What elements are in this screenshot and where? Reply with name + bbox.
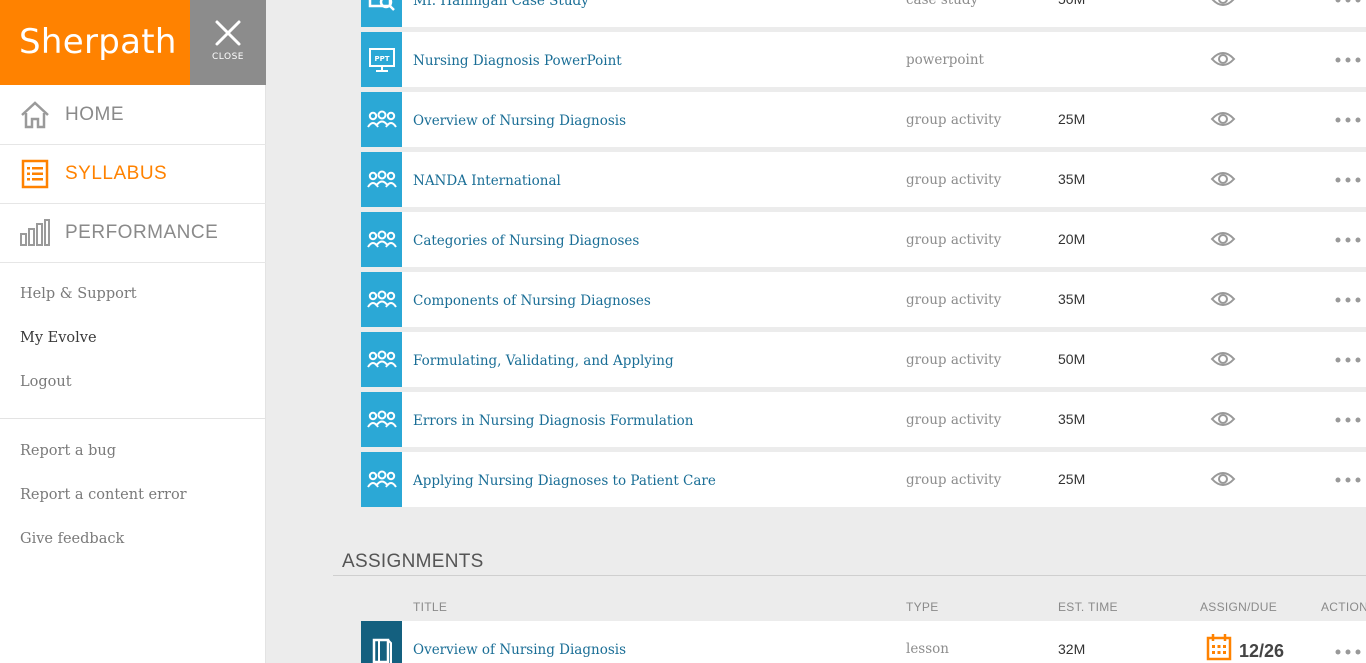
powerpoint-icon: PPT bbox=[361, 32, 402, 87]
activity-time: 35M bbox=[1058, 411, 1086, 427]
activity-title[interactable]: Components of Nursing Diagnoses bbox=[413, 272, 651, 331]
group-activity-icon bbox=[361, 152, 402, 207]
eye-icon[interactable] bbox=[1210, 109, 1236, 129]
logout-link[interactable]: Logout bbox=[20, 374, 72, 390]
activity-type: group activity bbox=[906, 112, 1002, 128]
list-item[interactable]: Formulating, Validating, and Applying gr… bbox=[361, 332, 1366, 387]
activity-time: 20M bbox=[1058, 231, 1086, 247]
due-date: 12/26 bbox=[1239, 641, 1285, 661]
activity-title[interactable]: Overview of Nursing Diagnosis bbox=[413, 92, 626, 151]
column-header-action: ACTION bbox=[1321, 600, 1366, 614]
case-study-icon bbox=[361, 0, 402, 27]
close-menu-button[interactable]: CLOSE bbox=[190, 0, 266, 85]
eye-icon[interactable] bbox=[1210, 289, 1236, 309]
group-activity-icon bbox=[361, 92, 402, 147]
more-options-icon[interactable] bbox=[1334, 236, 1364, 244]
home-icon bbox=[21, 101, 49, 129]
sidebar-divider bbox=[0, 418, 266, 419]
eye-icon[interactable] bbox=[1210, 409, 1236, 429]
column-header-est-time: EST. TIME bbox=[1058, 600, 1118, 614]
close-label: CLOSE bbox=[212, 52, 244, 62]
help-support-link[interactable]: Help & Support bbox=[20, 286, 137, 302]
activity-time: 35M bbox=[1058, 291, 1086, 307]
syllabus-icon bbox=[21, 159, 49, 189]
activity-type: case study bbox=[906, 0, 979, 8]
more-options-icon[interactable] bbox=[1334, 356, 1364, 364]
assignment-time: 32M bbox=[1058, 641, 1086, 657]
group-activity-icon bbox=[361, 332, 402, 387]
group-activity-icon bbox=[361, 392, 402, 447]
list-item[interactable]: Overview of Nursing Diagnosis group acti… bbox=[361, 92, 1366, 147]
activity-time: 50M bbox=[1058, 351, 1086, 367]
eye-icon[interactable] bbox=[1210, 469, 1236, 489]
eye-icon[interactable] bbox=[1210, 0, 1236, 9]
nav-label-performance: PERFORMANCE bbox=[65, 222, 219, 243]
more-options-icon[interactable] bbox=[1334, 56, 1364, 64]
more-options-icon[interactable] bbox=[1334, 116, 1364, 124]
nav-item-performance[interactable]: PERFORMANCE bbox=[0, 204, 266, 263]
more-options-icon[interactable] bbox=[1334, 176, 1364, 184]
activity-type: group activity bbox=[906, 472, 1002, 488]
column-header-title: TITLE bbox=[413, 600, 448, 614]
list-item[interactable]: PPT Nursing Diagnosis PowerPoint powerpo… bbox=[361, 32, 1366, 87]
assignment-type: lesson bbox=[906, 641, 949, 657]
sidebar: Sherpath CLOSE HOME SYLLABUS PERFORMANCE bbox=[0, 0, 266, 663]
list-item[interactable]: Errors in Nursing Diagnosis Formulation … bbox=[361, 392, 1366, 447]
activity-type: group activity bbox=[906, 172, 1002, 188]
report-content-error-link[interactable]: Report a content error bbox=[20, 487, 187, 503]
group-activity-icon bbox=[361, 272, 402, 327]
activity-title[interactable]: Errors in Nursing Diagnosis Formulation bbox=[413, 392, 693, 451]
report-bug-link[interactable]: Report a bug bbox=[20, 443, 116, 459]
nav-item-home[interactable]: HOME bbox=[0, 86, 266, 145]
activity-type: group activity bbox=[906, 352, 1002, 368]
eye-icon[interactable] bbox=[1210, 349, 1236, 369]
nav-label-syllabus: SYLLABUS bbox=[65, 163, 168, 184]
activity-title[interactable]: Applying Nursing Diagnoses to Patient Ca… bbox=[413, 452, 716, 511]
my-evolve-link[interactable]: My Evolve bbox=[20, 330, 97, 346]
svg-text:PPT: PPT bbox=[374, 55, 389, 63]
performance-icon bbox=[20, 219, 50, 246]
list-item[interactable]: NANDA International group activity 35M bbox=[361, 152, 1366, 207]
activity-time: 25M bbox=[1058, 471, 1086, 487]
eye-icon[interactable] bbox=[1210, 169, 1236, 189]
group-activity-icon bbox=[361, 452, 402, 507]
activity-type: group activity bbox=[906, 292, 1002, 308]
more-options-icon[interactable] bbox=[1334, 476, 1364, 484]
assignments-divider bbox=[333, 575, 1366, 576]
nav-item-syllabus[interactable]: SYLLABUS bbox=[0, 145, 266, 204]
assignment-row[interactable]: Overview of Nursing Diagnosis lesson 32M… bbox=[361, 621, 1366, 663]
more-options-icon[interactable] bbox=[1334, 0, 1364, 4]
assignments-heading: ASSIGNMENTS bbox=[342, 551, 484, 572]
group-activity-icon bbox=[361, 212, 402, 267]
list-item[interactable]: Applying Nursing Diagnoses to Patient Ca… bbox=[361, 452, 1366, 507]
assignment-title[interactable]: Overview of Nursing Diagnosis bbox=[413, 642, 626, 658]
activity-time: 25M bbox=[1058, 111, 1086, 127]
nav-label-home: HOME bbox=[65, 104, 124, 125]
sherpath-logo[interactable]: Sherpath bbox=[0, 0, 190, 85]
eye-icon[interactable] bbox=[1210, 229, 1236, 249]
close-icon bbox=[215, 20, 241, 46]
give-feedback-link[interactable]: Give feedback bbox=[20, 531, 124, 547]
more-options-icon[interactable] bbox=[1334, 648, 1364, 656]
activity-type: powerpoint bbox=[906, 52, 984, 68]
activity-title[interactable]: Nursing Diagnosis PowerPoint bbox=[413, 32, 622, 91]
list-item[interactable]: Mr. Hannigan Case Study case study 50M bbox=[361, 0, 1366, 27]
lesson-icon bbox=[361, 621, 402, 663]
more-options-icon[interactable] bbox=[1334, 416, 1364, 424]
column-header-type: TYPE bbox=[906, 600, 939, 614]
activity-type: group activity bbox=[906, 412, 1002, 428]
more-options-icon[interactable] bbox=[1334, 296, 1364, 304]
calendar-icon bbox=[1206, 634, 1232, 661]
column-header-assign-due: ASSIGN/DUE bbox=[1200, 600, 1278, 614]
activity-title[interactable]: Formulating, Validating, and Applying bbox=[413, 332, 674, 391]
eye-icon[interactable] bbox=[1210, 49, 1236, 69]
activity-title[interactable]: Categories of Nursing Diagnoses bbox=[413, 212, 639, 271]
activity-title[interactable]: NANDA International bbox=[413, 152, 561, 211]
activity-time: 35M bbox=[1058, 171, 1086, 187]
activity-time: 50M bbox=[1058, 0, 1085, 27]
list-item[interactable]: Components of Nursing Diagnoses group ac… bbox=[361, 272, 1366, 327]
list-item[interactable]: Categories of Nursing Diagnoses group ac… bbox=[361, 212, 1366, 267]
activity-title[interactable]: Mr. Hannigan Case Study bbox=[413, 0, 589, 31]
activity-type: group activity bbox=[906, 232, 1002, 248]
